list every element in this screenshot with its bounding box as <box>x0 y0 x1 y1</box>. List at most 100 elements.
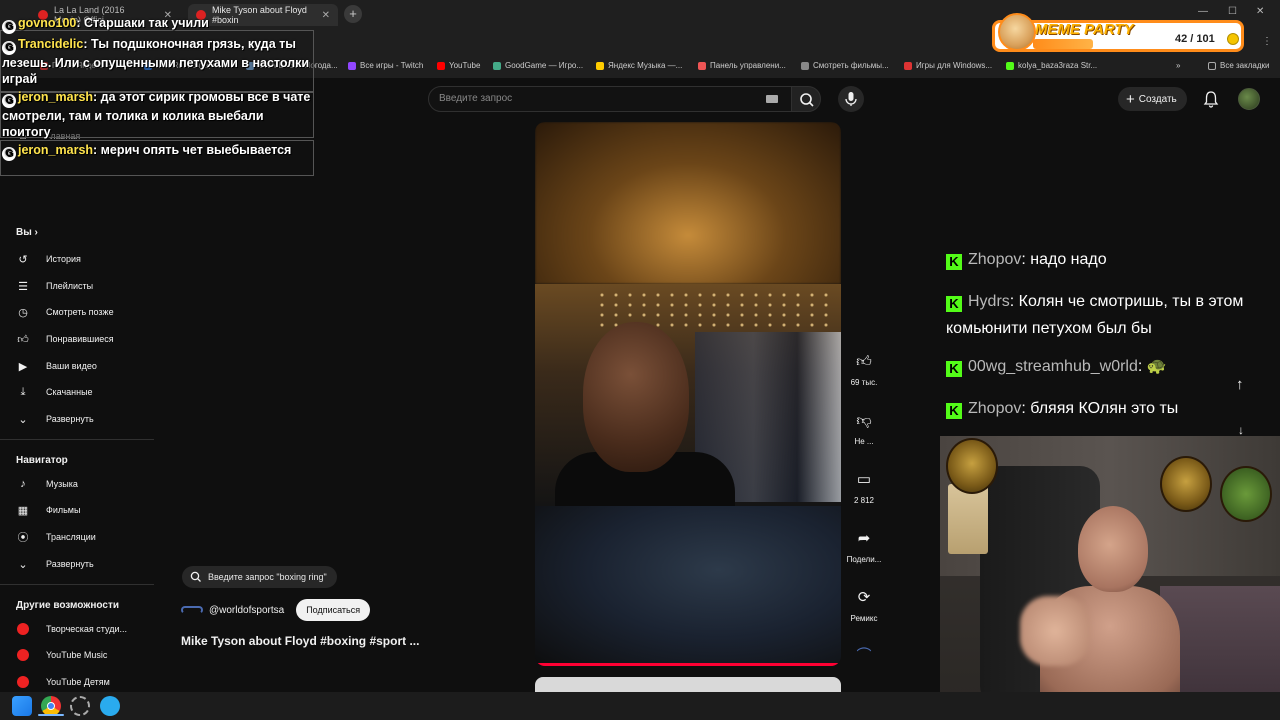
comment-count: 2 812 <box>853 496 875 505</box>
bookmark-item[interactable]: Игры для Windows... <box>904 61 992 70</box>
avatar[interactable] <box>1238 88 1260 110</box>
remix-button[interactable]: ⟳ Ремикс <box>842 588 886 623</box>
thumbs-up-icon: 👍︎ <box>17 333 29 346</box>
webcam-feed <box>940 436 1280 720</box>
twitch-icon <box>348 61 356 70</box>
close-window-icon[interactable]: ✕ <box>1256 6 1264 17</box>
history-icon: ↺ <box>18 253 28 266</box>
remix-icon: ⟳ <box>857 589 871 606</box>
sidebar-item-studio[interactable]: Творческая студи... <box>16 619 127 639</box>
bookmark-item[interactable]: GoodGame — Игро... <box>493 61 583 70</box>
all-bookmarks[interactable]: Все закладки <box>1208 61 1269 70</box>
divider <box>0 584 154 585</box>
keyboard-icon[interactable] <box>766 95 778 103</box>
sidebar-item-liked[interactable]: 👍︎ Понравившиеся <box>16 329 113 349</box>
telegram-icon[interactable] <box>100 696 120 716</box>
sidebar-item-watch-later[interactable]: ◷ Смотреть позже <box>16 302 113 322</box>
bookmark-item[interactable]: YouTube <box>437 61 480 70</box>
g-badge-icon: G <box>2 20 16 34</box>
dislike-label: Не ... <box>854 437 874 446</box>
voice-search-button[interactable] <box>838 86 864 112</box>
studio-icon <box>16 622 30 636</box>
short-title[interactable]: Mike Tyson about Floyd #boxing #sport ..… <box>181 634 419 648</box>
arrow-down-icon[interactable]: ↓ <box>1238 423 1244 437</box>
music-icon <box>596 61 604 70</box>
sidebar-item-movies[interactable]: ▦ Фильмы <box>16 500 81 520</box>
g-badge-icon: G <box>2 94 16 108</box>
kick-badge-icon: K <box>946 254 962 270</box>
stream-chat-message: K 00wg_streamhub_w0rld: 🐢 <box>946 353 1276 380</box>
share-icon: ➦ <box>857 530 871 547</box>
coin-icon <box>1227 33 1239 45</box>
close-icon[interactable]: ✕ <box>322 10 330 21</box>
stream-chat-message: K Zhopov: надо надо <box>946 246 1276 273</box>
panel-icon <box>698 61 706 70</box>
channel-name[interactable]: @worldofsportsa <box>209 605 284 616</box>
doge-icon <box>998 13 1036 51</box>
stream-chat-message: K Hydrs: Колян че смотришь, ты в этом ком… <box>946 293 1244 337</box>
sidebar-item-your-videos[interactable]: ▶ Ваши видео <box>16 356 97 376</box>
games-icon <box>904 61 912 70</box>
folder-icon <box>1208 61 1216 70</box>
streamer-head <box>1078 506 1148 592</box>
dislike-button[interactable]: 👎︎ Не ... <box>842 411 886 446</box>
youtube-kids-icon <box>16 675 30 689</box>
overlay-chat-message: Ggovno100: Старшаки так учили <box>2 15 314 34</box>
sound-button[interactable]: ⌒ <box>842 646 886 672</box>
menu-icon[interactable]: ⋮ <box>1262 36 1272 47</box>
bookmark-item[interactable]: kolya_baza3raza Str... <box>1006 61 1097 70</box>
sidebar-item-playlists[interactable]: ☰ Плейлисты <box>16 276 93 296</box>
arrow-up-icon[interactable]: ↑ <box>1236 376 1244 393</box>
stream-chat-message: K Zhopov: бляяя КОлян это ты <box>946 395 1276 422</box>
video-frame-bottom <box>535 506 841 666</box>
video-frame-top <box>535 122 841 284</box>
like-button[interactable]: 👍︎ 69 тыс. <box>842 352 886 387</box>
plus-icon: + <box>1126 90 1135 108</box>
like-count: 69 тыс. <box>850 378 878 387</box>
chevron-right-icon: › <box>34 227 38 238</box>
short-video-player[interactable] <box>535 122 841 666</box>
sidebar-item-history[interactable]: ↺ История <box>16 249 81 269</box>
divider <box>0 439 154 440</box>
sidebar-item-youtube-music[interactable]: YouTube Music <box>16 645 107 665</box>
subscribe-button[interactable]: Подписаться <box>296 599 371 621</box>
youtube-icon <box>437 61 445 70</box>
bookmark-item[interactable]: Панель управлени... <box>698 61 786 70</box>
sidebar-item-expand-nav[interactable]: ⌄ Развернуть <box>16 554 93 574</box>
windows-start-icon[interactable] <box>12 696 32 716</box>
sidebar-item-music[interactable]: ♪ Музыка <box>16 474 78 494</box>
comments-button[interactable]: ▭ 2 812 <box>842 470 886 505</box>
new-tab-button[interactable]: + <box>344 5 362 23</box>
maximize-icon[interactable]: ☐ <box>1228 6 1237 17</box>
bookmark-item[interactable]: Яндекс Музыка —... <box>596 61 682 70</box>
g-badge-icon: G <box>2 41 16 55</box>
streamer-hand <box>1020 596 1090 666</box>
sidebar-section-you[interactable]: Вы › <box>16 227 38 238</box>
share-button[interactable]: ➦ Подели... <box>842 529 886 564</box>
notifications-icon[interactable] <box>1202 90 1220 108</box>
search-button[interactable] <box>791 86 821 112</box>
chevron-right-icon[interactable]: » <box>1176 61 1180 70</box>
remix-label: Ремикс <box>850 614 878 623</box>
goodgame-icon <box>493 61 501 70</box>
sidebar-section-more: Другие возможности <box>16 600 119 611</box>
sidebar-item-downloads[interactable]: ⤓ Скачанные <box>16 382 93 402</box>
bookmark-item[interactable]: Смотреть фильмы... <box>801 61 889 70</box>
overlay-chat-message: G Trancidelic: Ты подшконочная грязь, куд… <box>2 37 310 86</box>
bookmark-item[interactable]: Все игры - Twitch <box>348 61 423 70</box>
video-progress-bar[interactable] <box>535 663 841 666</box>
kick-icon <box>1006 61 1014 70</box>
g-badge-icon: G <box>2 147 16 161</box>
search-input[interactable]: Введите запрос <box>428 86 792 112</box>
settings-icon[interactable] <box>70 696 90 716</box>
sidebar-item-youtube-kids[interactable]: YouTube Детям <box>16 672 110 692</box>
create-button[interactable]: + Создать <box>1118 87 1187 111</box>
clock-icon: ◷ <box>18 306 28 319</box>
minimize-icon[interactable]: — <box>1198 6 1208 17</box>
channel-logo-icon: ⌒ <box>856 647 872 664</box>
thumbs-up-icon: 👍︎ <box>856 353 872 370</box>
sidebar-item-expand[interactable]: ⌄ Развернуть <box>16 409 93 429</box>
search-suggestion-pill[interactable]: Введите запрос "boxing ring" <box>182 566 337 588</box>
channel-logo-icon[interactable] <box>181 606 203 614</box>
sidebar-item-live[interactable]: ⦿ Трансляции <box>16 527 96 547</box>
